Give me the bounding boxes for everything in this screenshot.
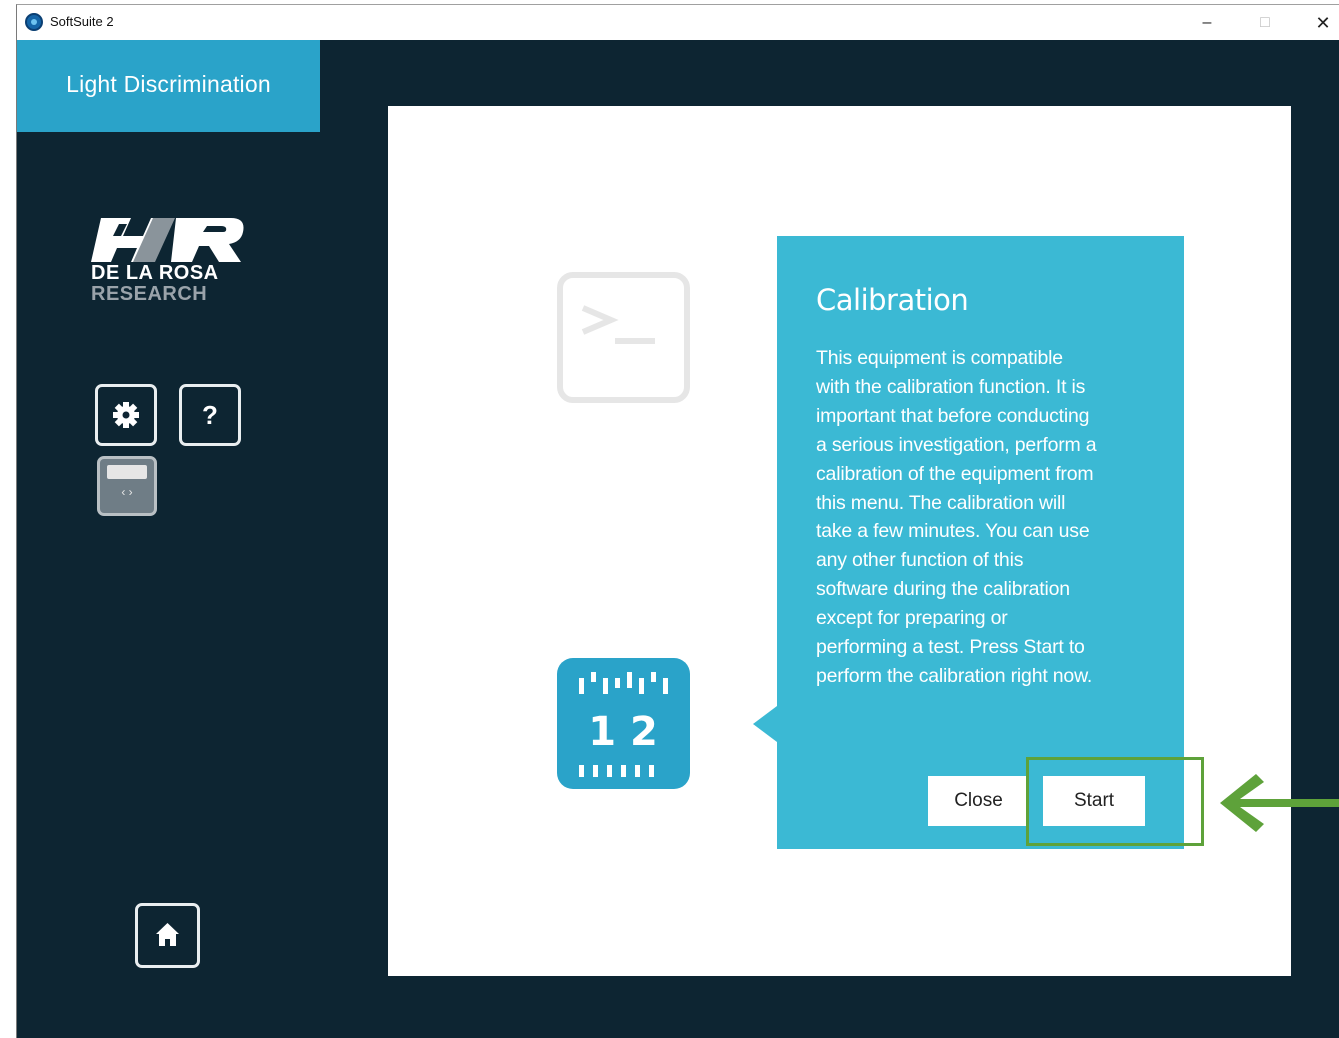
description-line: software during the calibration: [816, 578, 1070, 601]
start-button[interactable]: Start: [1043, 776, 1145, 826]
description-line: performing a test. Press Start to: [816, 636, 1085, 659]
calibration-popover: Calibration This equipment is compatible…: [777, 236, 1184, 849]
terminal-icon[interactable]: [557, 272, 690, 403]
description-line: except for preparing or: [816, 607, 1008, 630]
app-window: SoftSuite 2 – □ ✕ Light Discrimination D…: [16, 4, 1339, 1038]
sidebar: Light Discrimination DE LA ROSA RESEARCH: [17, 40, 320, 1038]
app-logo-icon: [25, 13, 43, 31]
help-icon: ?: [202, 400, 218, 430]
popover-title: Calibration: [816, 283, 969, 317]
ruler-icon: 1 2: [579, 672, 668, 777]
home-button[interactable]: [135, 903, 200, 968]
description-line: important that before conducting: [816, 404, 1090, 427]
logo-line-1: DE LA ROSA: [91, 262, 219, 284]
help-button[interactable]: ?: [179, 384, 241, 446]
description-line: take a few minutes. You can use: [816, 520, 1090, 543]
company-logo: DE LA ROSA RESEARCH: [91, 210, 246, 310]
description-line: with the calibration function. It is: [816, 375, 1086, 398]
close-window-button[interactable]: ✕: [1308, 10, 1338, 36]
gear-icon: [113, 402, 139, 428]
close-button[interactable]: Close: [928, 776, 1029, 826]
title-bar: SoftSuite 2 – □ ✕: [17, 5, 1339, 40]
description-line: any other function of this: [816, 549, 1024, 572]
description-line: this menu. The calibration will: [816, 491, 1066, 514]
description-line: This equipment is compatible: [816, 347, 1063, 369]
minimize-button[interactable]: –: [1192, 10, 1222, 36]
display-settings-button[interactable]: ‹ ›: [97, 456, 157, 516]
maximize-button[interactable]: □: [1250, 10, 1280, 36]
display-icon: [107, 465, 147, 479]
description-line: calibration of the equipment from: [816, 462, 1094, 485]
function-panel: 1 2 Calibration This equipment is compat…: [388, 106, 1291, 976]
popover-pointer: [753, 706, 777, 742]
calibration-digits: 1 2: [588, 709, 658, 755]
description-line: perform the calibration right now.: [816, 664, 1093, 687]
calibration-ruler-icon[interactable]: 1 2: [557, 658, 690, 789]
popover-description: This equipment is compatible with the ca…: [816, 344, 1152, 691]
logo-mark-icon: [91, 218, 244, 262]
terminal-prompt-icon: [581, 305, 655, 344]
window-title: SoftSuite 2: [50, 14, 114, 29]
logo-line-2: RESEARCH: [91, 283, 208, 305]
sidebar-header: Light Discrimination: [17, 40, 320, 132]
settings-button[interactable]: [95, 384, 157, 446]
sidebar-title: Light Discrimination: [66, 71, 271, 97]
home-icon: [156, 923, 179, 946]
description-line: a serious investigation, perform a: [816, 433, 1097, 456]
resize-arrows-icon: ‹ ›: [121, 485, 133, 499]
main-content: 1 2 Calibration This equipment is compat…: [320, 40, 1339, 1038]
